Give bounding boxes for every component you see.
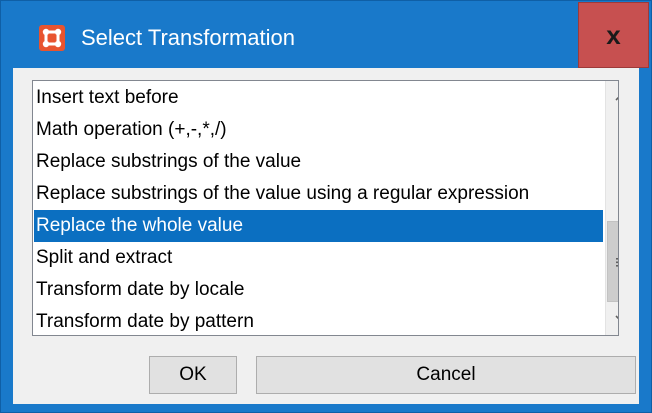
close-button[interactable]: x [578,2,649,68]
title-bar[interactable]: Select Transformation [1,1,651,67]
list-item[interactable]: Insert text before [34,82,603,114]
chevron-down-icon [615,315,618,320]
scroll-down-button[interactable] [606,303,618,335]
window-title: Select Transformation [81,25,295,50]
list-item[interactable]: Transform date by pattern [34,306,603,335]
ok-button[interactable]: OK [149,356,237,394]
grip-lines-icon [616,257,618,267]
list-item[interactable]: Math operation (+,-,*,/) [34,114,603,146]
transformation-list[interactable]: Insert text before Math operation (+,-,*,… [32,80,619,336]
dialog-body: Insert text before Math operation (+,-,*,… [13,68,639,404]
list-item[interactable]: Transform date by locale [34,274,603,306]
scroll-up-button[interactable] [606,81,618,113]
list-item[interactable]: Replace substrings of the value [34,146,603,178]
list-item[interactable]: Split and extract [34,242,603,274]
app-logo-icon [39,25,65,51]
scroll-thumb[interactable] [607,221,618,302]
dialog-window: Select Transformation x Insert text befo… [0,0,652,413]
chevron-up-icon [615,96,618,101]
list-item[interactable]: Replace substrings of the value using a … [34,178,603,210]
vertical-scrollbar[interactable] [605,81,618,335]
list-item[interactable]: Replace the whole value [34,210,603,242]
cancel-button[interactable]: Cancel [256,356,636,394]
close-icon: x [606,19,621,50]
